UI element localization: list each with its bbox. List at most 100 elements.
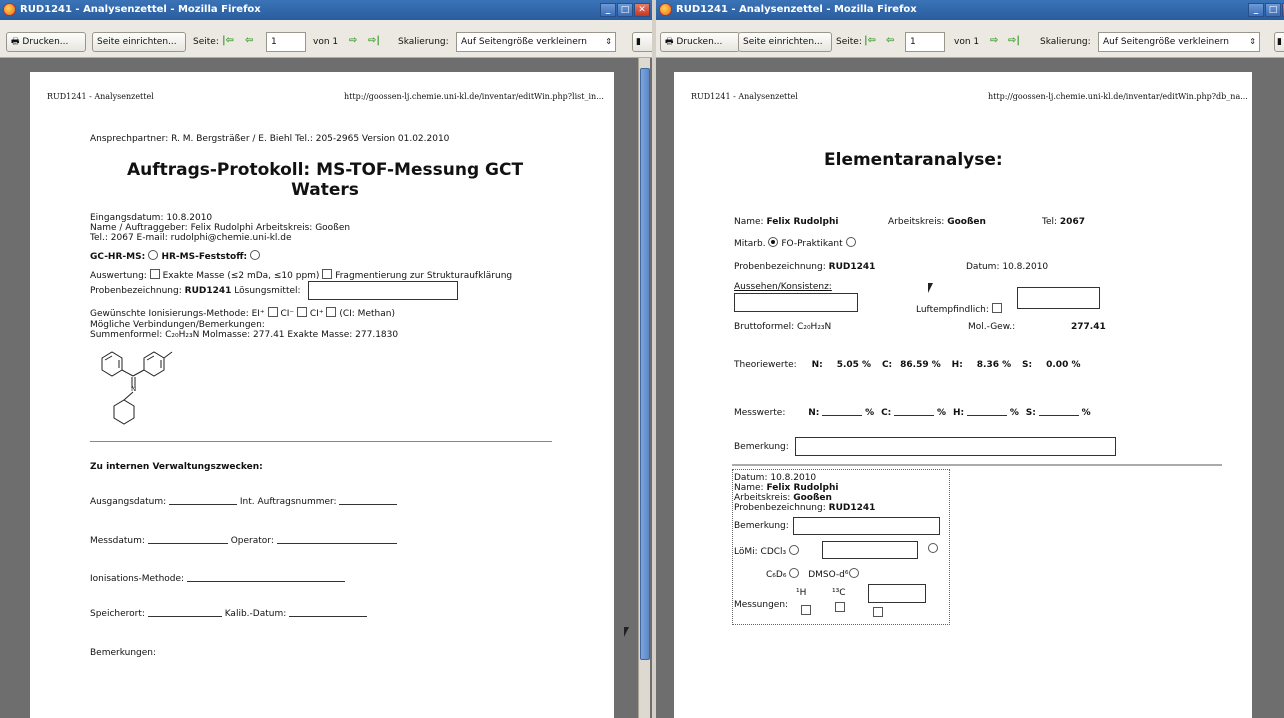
print-preview-toolbar: 🖶 Drucken... Seite einrichten... Seite: …: [0, 20, 652, 58]
page-title: Auftrags-Protokoll: MS-TOF-Messung GCT Wa…: [126, 160, 524, 200]
luftempfindlich-input[interactable]: [1017, 287, 1100, 309]
c13-label: ¹³C: [832, 588, 846, 598]
page-setup-button[interactable]: Seite einrichten...: [92, 32, 186, 52]
other-nucleus-checkbox[interactable]: [873, 607, 883, 617]
messungen-label: Messungen:: [734, 600, 789, 610]
ci-minus-checkbox[interactable]: [297, 307, 308, 317]
auftraggeber: Name / Auftraggeber: Felix Rudolphi Arbe…: [90, 223, 351, 233]
loemi-other-input[interactable]: [822, 541, 918, 559]
portrait-button[interactable]: ▮: [632, 32, 652, 52]
prev-page-icon[interactable]: ⇦: [886, 35, 894, 46]
eingangsdatum: Eingangsdatum: 10.8.2010: [90, 213, 213, 223]
vertical-scrollbar[interactable]: [638, 58, 650, 718]
bemerkung-input[interactable]: [795, 437, 1116, 456]
firefox-icon: [659, 3, 672, 16]
box-arbeitskreis: Arbeitskreis: Gooßen: [734, 493, 832, 503]
aussehen-label: Aussehen/Konsistenz:: [734, 282, 832, 292]
box-probenbezeichnung: Probenbezeichnung: RUD1241: [734, 503, 876, 513]
firefox-window-right: RUD1241 - Analysenzettel - Mozilla Firef…: [656, 0, 1284, 718]
firefox-icon: [3, 3, 16, 16]
ionisierung-row: Gewünschte Ionisierungs-Methode: EI⁺ CI⁻…: [90, 307, 395, 319]
datum: Datum: 10.8.2010: [966, 262, 1049, 272]
ei-checkbox[interactable]: [267, 307, 278, 317]
page-number-input[interactable]: 1: [905, 32, 945, 52]
hr-ms-feststoff-radio[interactable]: [250, 250, 261, 260]
molgew-label: Mol.-Gew.:: [968, 322, 1016, 332]
c13-checkbox[interactable]: [835, 602, 845, 612]
h1-checkbox[interactable]: [801, 605, 811, 615]
moegliche-verbindungen: Mögliche Verbindungen/Bemerkungen:: [90, 320, 265, 330]
other-nucleus-input[interactable]: [868, 584, 926, 603]
bemerkungen-label: Bemerkungen:: [90, 648, 157, 658]
intern-heading: Zu internen Verwaltungszwecken:: [90, 462, 263, 472]
chevron-updown-icon: ⇕: [605, 37, 612, 46]
scrollbar-thumb[interactable]: [640, 68, 650, 660]
bemerkung-label: Bemerkung:: [734, 442, 789, 452]
print-button[interactable]: 🖶 Drucken...: [660, 32, 740, 52]
tel-email: Tel.: 2067 E-mail: rudolphi@chemie.uni-k…: [90, 233, 292, 243]
arbeitskreis-row: Arbeitskreis: Gooßen: [888, 217, 986, 227]
section-divider: [732, 464, 1222, 466]
luftempfindlich-checkbox[interactable]: [991, 303, 1002, 313]
box-datum: Datum: 10.8.2010: [734, 473, 817, 483]
title-bar: RUD1241 - Analysenzettel - Mozilla Firef…: [0, 0, 652, 20]
firefox-window-left: RUD1241 - Analysenzettel - Mozilla Firef…: [0, 0, 652, 718]
tel-row: Tel: 2067: [1042, 217, 1085, 227]
page-setup-button[interactable]: Seite einrichten...: [738, 32, 832, 52]
last-page-icon[interactable]: ⇨|: [1008, 35, 1020, 46]
aussehen-input[interactable]: [734, 293, 858, 312]
luftempfindlich-row: Luftempfindlich:: [916, 303, 1002, 315]
fragmentierung-checkbox[interactable]: [322, 269, 333, 279]
ionisations-methode-row: Ionisations-Methode:: [90, 574, 345, 584]
messwerte-row: Messwerte: N: % C: % H: % S: %: [734, 408, 1091, 418]
box-bemerkung-input[interactable]: [793, 517, 940, 535]
page-number-input[interactable]: 1: [266, 32, 306, 52]
status-row: Mitarb. FO-Praktikant: [734, 237, 856, 249]
scale-select[interactable]: Auf Seitengröße verkleinern ⇕: [1098, 32, 1260, 52]
fo-praktikant-radio[interactable]: [845, 237, 856, 247]
page-header-url: http://goossen-lj.chemie.uni-kl.de/inven…: [344, 92, 604, 101]
molgew-value: 277.41: [1071, 322, 1106, 332]
print-page-right: RUD1241 - Analysenzettel http://goossen-…: [674, 72, 1252, 718]
close-button[interactable]: ✕: [634, 3, 650, 17]
scale-select[interactable]: Auf Seitengröße verkleinern ⇕: [456, 32, 616, 52]
page-label: Seite:: [836, 37, 862, 47]
maximize-button[interactable]: □: [617, 3, 633, 17]
gc-hr-ms-radio[interactable]: [148, 250, 159, 260]
name-row: Name: Felix Rudolphi: [734, 217, 839, 227]
minimize-button[interactable]: _: [1248, 3, 1264, 17]
gc-hr-ms-option: GC-HR-MS: HR-MS-Feststoff:: [90, 250, 261, 262]
scale-label: Skalierung:: [398, 37, 449, 47]
print-button[interactable]: 🖶 Drucken...: [6, 32, 86, 52]
window-title: RUD1241 - Analysenzettel - Mozilla Firef…: [676, 4, 917, 15]
loemi-row: LöMi: CDCl₃: [734, 545, 800, 557]
loemi-other-radio[interactable]: [928, 543, 938, 553]
page-header-left: RUD1241 - Analysenzettel: [691, 92, 798, 101]
print-preview-toolbar: 🖶 Drucken... Seite einrichten... Seite: …: [656, 20, 1284, 58]
next-page-icon[interactable]: ⇨: [349, 35, 357, 46]
box-name: Name: Felix Rudolphi: [734, 483, 839, 493]
next-page-icon[interactable]: ⇨: [990, 35, 998, 46]
probenbezeichnung-row: Probenbezeichnung: RUD1241: [734, 262, 876, 272]
svg-text:N: N: [131, 385, 136, 393]
exakte-masse-checkbox[interactable]: [149, 269, 160, 279]
mitarb-radio[interactable]: [768, 237, 779, 247]
c6d6-radio[interactable]: [789, 568, 800, 578]
ci-plus-checkbox[interactable]: [326, 307, 337, 317]
last-page-icon[interactable]: ⇨|: [368, 35, 380, 46]
page-header-url: http://goossen-lj.chemie.uni-kl.de/inven…: [988, 92, 1248, 101]
page-label: Seite:: [193, 37, 219, 47]
summenformel: Summenformel: C₂₀H₂₃N Molmasse: 277.41 E…: [90, 330, 399, 340]
contact-line: Ansprechpartner: R. M. Bergsträßer / E. …: [90, 134, 450, 144]
dmso-radio[interactable]: [848, 568, 859, 578]
window-title: RUD1241 - Analysenzettel - Mozilla Firef…: [20, 4, 261, 15]
minimize-button[interactable]: _: [600, 3, 616, 17]
first-page-icon[interactable]: |⇦: [222, 35, 234, 46]
loesungsmittel-input[interactable]: [308, 281, 458, 300]
prev-page-icon[interactable]: ⇦: [245, 35, 253, 46]
first-page-icon[interactable]: |⇦: [864, 35, 876, 46]
maximize-button[interactable]: □: [1265, 3, 1281, 17]
cdcl3-radio[interactable]: [789, 545, 800, 555]
printer-icon: 🖶: [665, 37, 674, 47]
portrait-button[interactable]: ▮: [1274, 32, 1284, 52]
